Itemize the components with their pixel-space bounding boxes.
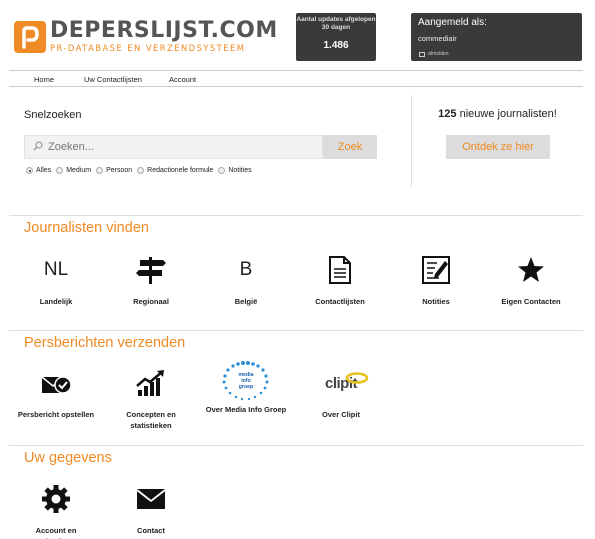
divider xyxy=(411,95,412,187)
login-title: Aangemeld als: xyxy=(418,17,487,28)
tile-label: Concepten en statistieken xyxy=(126,410,176,430)
tile-label: Regionaal xyxy=(133,297,169,306)
tile-notities[interactable]: Notities xyxy=(396,252,476,307)
radio-label: Redactionele formule xyxy=(147,167,214,174)
tile-label: Over Clipit xyxy=(322,410,360,419)
tile-label: België xyxy=(234,297,258,306)
document-icon xyxy=(300,252,380,288)
section-title-data: Uw gegevens xyxy=(24,450,112,466)
tile-label: Notities xyxy=(422,297,450,306)
tile-label: Contactlijsten xyxy=(315,297,365,306)
new-journalists-text: 125 nieuwe journalisten! xyxy=(420,108,575,120)
radio-dot-icon[interactable] xyxy=(26,167,33,174)
b-glyph: B xyxy=(239,259,253,280)
radio-label: Persoon xyxy=(106,167,133,174)
radio-dot-icon[interactable] xyxy=(56,167,64,174)
login-username: commediair xyxy=(418,34,457,43)
radio-persoon[interactable]: Persoon xyxy=(96,167,132,174)
tile-label: Contact xyxy=(137,526,165,535)
radio-medium[interactable]: Medium xyxy=(56,167,91,174)
login-box: Aangemeld als: commediair afmelden xyxy=(411,13,582,61)
section-divider xyxy=(9,445,583,446)
search-field[interactable] xyxy=(24,135,323,159)
discover-button[interactable]: Ontdek ze hier xyxy=(446,135,550,159)
gear-icon xyxy=(16,481,96,517)
new-journalists-count: 125 xyxy=(438,108,457,120)
chart-growth-icon xyxy=(111,365,191,401)
logo-name: DEPERSLIJST.COM xyxy=(50,18,278,43)
radio-redactionele-formule[interactable]: Redactionele formule xyxy=(137,167,213,174)
radio-label: Alles xyxy=(36,167,52,174)
nav-account[interactable]: Account xyxy=(169,75,196,84)
tile-regionaal[interactable]: Regionaal xyxy=(111,252,191,307)
tile-contactlijsten[interactable]: Contactlijsten xyxy=(300,252,380,307)
tile-label: Eigen Contacten xyxy=(501,297,561,306)
tile-landelijk[interactable]: NL Landelijk xyxy=(16,252,96,307)
b-icon: B xyxy=(206,252,286,288)
radio-notities[interactable]: Notities xyxy=(218,167,252,174)
mig-logo-text: media info groep xyxy=(238,371,254,390)
search-scope-options: Alles Medium Persoon Redactionele formul… xyxy=(26,167,257,174)
nav-contactlists[interactable]: Uw Contactlijsten xyxy=(84,75,142,84)
section-divider xyxy=(9,330,583,331)
tile-label: Landelijk xyxy=(39,297,73,306)
star-icon xyxy=(491,252,571,288)
envelope-check-icon xyxy=(16,365,96,401)
tile-label: Persbericht opstellen xyxy=(17,410,95,419)
tile-persbericht-opstellen[interactable]: Persbericht opstellen xyxy=(16,365,96,420)
search-button[interactable]: Zoek xyxy=(323,135,377,159)
radio-dot-icon[interactable] xyxy=(137,167,145,174)
search-icon xyxy=(33,138,43,156)
tile-contact[interactable]: Contact xyxy=(111,481,191,536)
tile-over-clipit[interactable]: clipit Over Clipit xyxy=(301,365,381,420)
radio-dot-icon[interactable] xyxy=(218,167,226,174)
logo-tagline: PR-DATABASE EN VERZENDSYSTEEM xyxy=(50,43,246,53)
site-logo[interactable]: DEPERSLIJST.COM PR-DATABASE EN VERZENDSY… xyxy=(14,20,278,53)
notepad-icon xyxy=(396,252,476,288)
tile-belgie[interactable]: B België xyxy=(206,252,286,307)
tile-label: Account en gebruikers xyxy=(35,526,77,539)
logout-link[interactable]: afmelden xyxy=(419,51,449,57)
tile-over-media-info-groep[interactable]: media info groep Over Media Info Groep xyxy=(196,360,296,415)
tile-eigen-contacten[interactable]: Eigen Contacten xyxy=(491,252,571,307)
radio-label: Medium xyxy=(66,167,92,174)
nl-icon: NL xyxy=(16,252,96,288)
updates-count: 1.486 xyxy=(323,40,349,51)
lock-icon xyxy=(419,51,425,57)
search-input[interactable] xyxy=(48,141,298,153)
signpost-icon xyxy=(111,252,191,288)
envelope-icon xyxy=(111,481,191,517)
quick-search-title: Snelzoeken xyxy=(24,109,82,121)
section-title-press: Persberichten verzenden xyxy=(24,335,186,351)
new-journalists-label: nieuwe journalisten! xyxy=(456,108,557,120)
logout-label: afmelden xyxy=(428,51,449,57)
section-title-find: Journalisten vinden xyxy=(24,220,149,236)
nav-home[interactable]: Home xyxy=(34,75,54,84)
tile-label: Over Media Info Groep xyxy=(205,405,287,414)
main-nav: Home Uw Contactlijsten Account xyxy=(9,70,583,87)
radio-alles[interactable]: Alles xyxy=(26,167,51,174)
section-divider xyxy=(9,215,583,216)
radio-dot-icon[interactable] xyxy=(96,167,104,174)
clipit-logo: clipit xyxy=(301,365,381,401)
logo-p-icon xyxy=(14,20,46,53)
media-info-groep-logo: media info groep xyxy=(196,360,296,401)
updates-title: Aantal updates afgelopen 30 dagen xyxy=(296,16,376,31)
updates-box: Aantal updates afgelopen 30 dagen 1.486 xyxy=(296,13,376,61)
tile-concepten-statistieken[interactable]: Concepten en statistieken xyxy=(111,365,191,431)
nl-glyph: NL xyxy=(43,259,69,280)
tile-account-gebruikers[interactable]: Account en gebruikers xyxy=(16,481,96,539)
radio-label: Notities xyxy=(228,167,252,174)
